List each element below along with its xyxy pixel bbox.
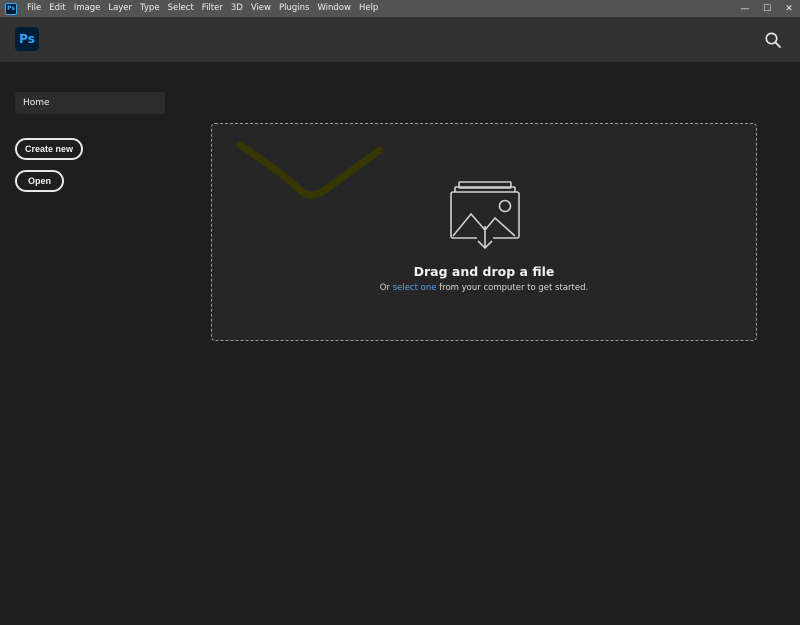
- drop-zone-subtitle: Or select one from your computer to get …: [212, 283, 756, 293]
- maximize-icon[interactable]: ☐: [756, 0, 778, 17]
- title-bar: Ps File Edit Image Layer Type Select Fil…: [0, 0, 800, 17]
- menu-file[interactable]: File: [23, 0, 45, 17]
- menu-filter[interactable]: Filter: [198, 0, 227, 17]
- drop-zone[interactable]: Drag and drop a file Or select one from …: [211, 123, 757, 341]
- photoshop-logo: Ps: [15, 27, 39, 51]
- drop-zone-sub-prefix: Or: [379, 283, 393, 293]
- menu-3d[interactable]: 3D: [227, 0, 247, 17]
- drop-zone-title: Drag and drop a file: [413, 264, 555, 279]
- photoshop-app-icon[interactable]: Ps: [5, 2, 17, 15]
- minimize-icon[interactable]: —: [734, 0, 756, 17]
- menu-type[interactable]: Type: [136, 0, 164, 17]
- drop-zone-sub-suffix: from your computer to get started.: [436, 283, 589, 293]
- menu-image[interactable]: Image: [70, 0, 105, 17]
- open-button[interactable]: Open: [15, 170, 64, 192]
- select-one-link[interactable]: select one: [393, 283, 437, 293]
- menu-plugins[interactable]: Plugins: [275, 0, 313, 17]
- menu-window[interactable]: Window: [313, 0, 355, 17]
- window-controls: — ☐ ✕: [734, 0, 800, 17]
- menu-edit[interactable]: Edit: [45, 0, 69, 17]
- sidebar-item-home[interactable]: Home: [15, 92, 165, 114]
- menu-view[interactable]: View: [247, 0, 275, 17]
- menu-layer[interactable]: Layer: [104, 0, 136, 17]
- create-new-button[interactable]: Create new: [15, 138, 83, 160]
- app-header: Ps: [0, 17, 800, 62]
- menu-help[interactable]: Help: [355, 0, 382, 17]
- menu-bar: File Edit Image Layer Type Select Filter…: [23, 0, 382, 17]
- menu-select[interactable]: Select: [164, 0, 198, 17]
- close-icon[interactable]: ✕: [778, 0, 800, 17]
- image-upload-icon: [449, 180, 521, 252]
- search-icon[interactable]: [764, 31, 782, 49]
